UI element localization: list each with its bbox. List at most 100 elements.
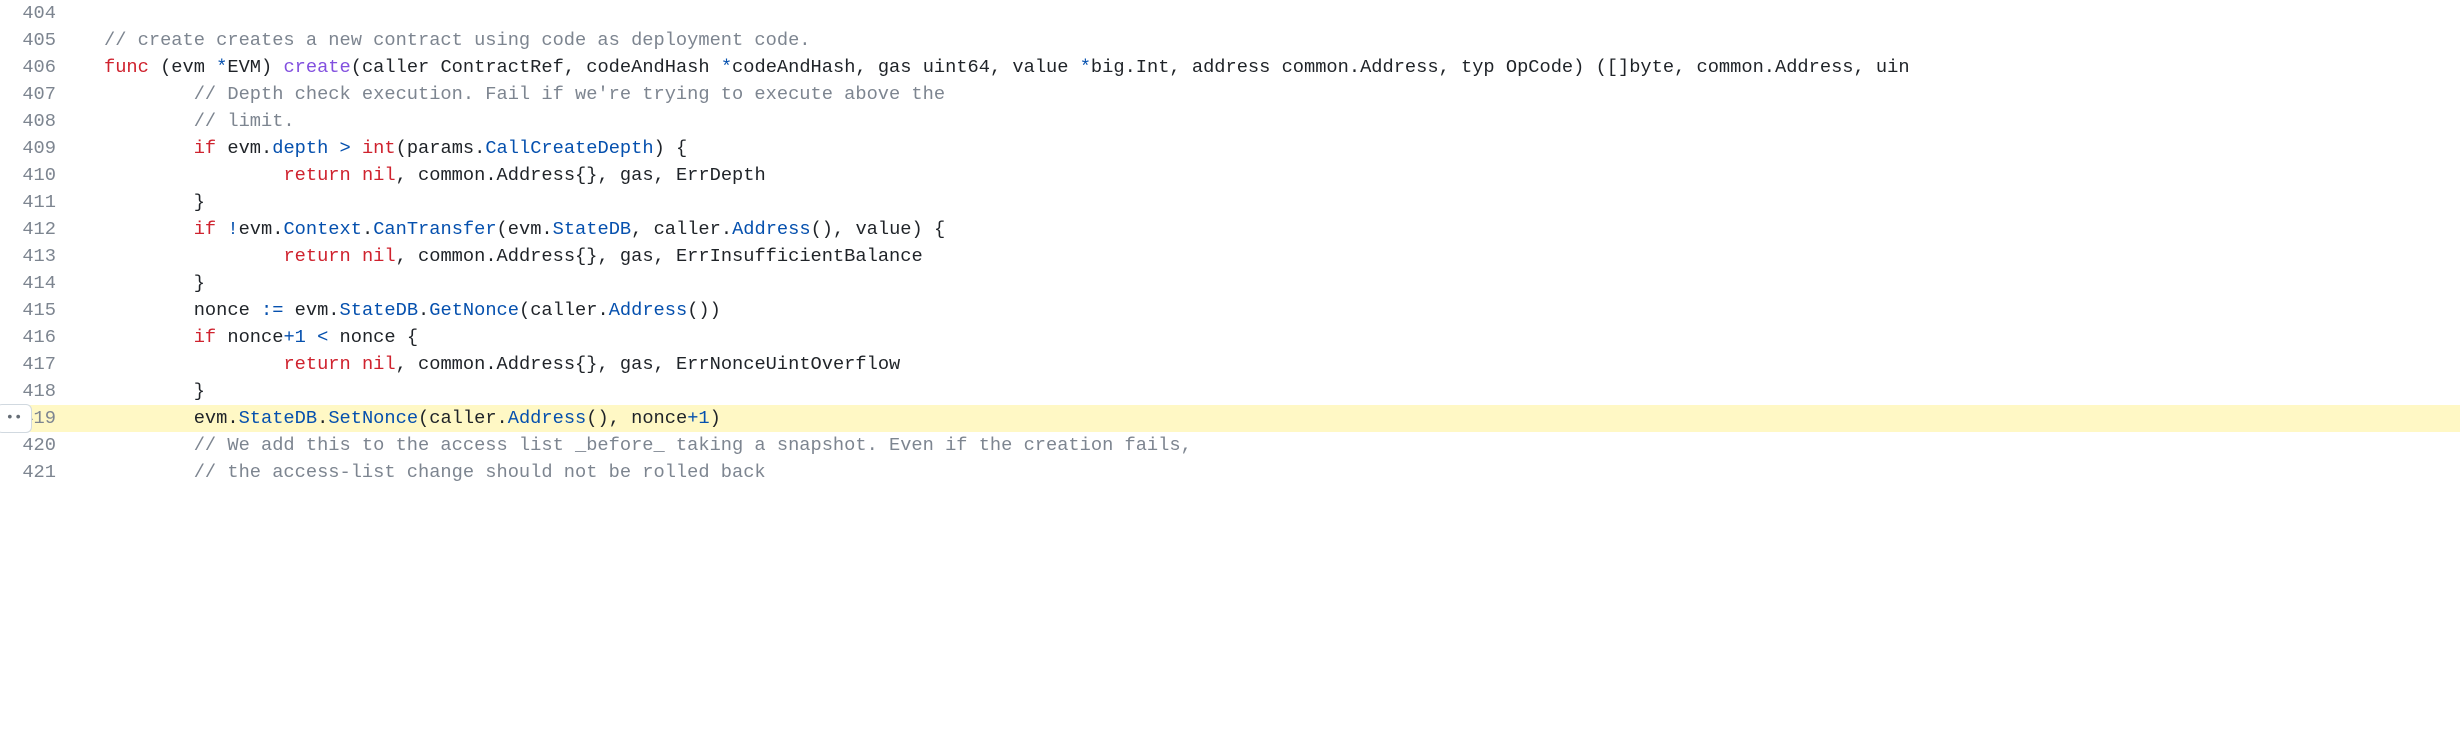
line-number[interactable]: 404 (0, 0, 72, 27)
token-ident: (caller ContractRef, codeAndHash (351, 56, 721, 78)
code-line-content[interactable]: // Depth check execution. Fail if we're … (94, 81, 2460, 108)
gutter (72, 108, 94, 135)
token-ident: nonce (216, 326, 283, 348)
token-ident: , common.Address{}, gas, ErrNonceUintOve… (396, 353, 901, 375)
token-operator: * (1080, 56, 1091, 78)
token-ident: ) { (654, 137, 688, 159)
line-number[interactable]: 405 (0, 27, 72, 54)
token-ident (104, 245, 283, 267)
code-line-content[interactable]: func (evm *EVM) create(caller ContractRe… (94, 54, 2460, 81)
token-ident (104, 218, 194, 240)
gutter (72, 459, 94, 486)
token-operator: < (317, 326, 328, 348)
code-line: 414 } (0, 270, 2460, 297)
token-ident: } (104, 191, 205, 213)
token-keyword: if (194, 137, 216, 159)
code-line-content[interactable] (94, 0, 2460, 27)
code-line-content[interactable]: // create creates a new contract using c… (94, 27, 2460, 54)
code-line-content[interactable]: return nil, common.Address{}, gas, ErrDe… (94, 162, 2460, 189)
code-line: 416 if nonce+1 < nonce { (0, 324, 2460, 351)
token-operator: := (261, 299, 283, 321)
line-number[interactable]: 406 (0, 54, 72, 81)
line-number[interactable]: 407 (0, 81, 72, 108)
line-number[interactable]: 413 (0, 243, 72, 270)
line-number[interactable]: 410 (0, 162, 72, 189)
token-type-name: StateDB (340, 299, 419, 321)
token-ident (104, 110, 194, 132)
token-ident: (params. (396, 137, 486, 159)
line-number[interactable]: 412 (0, 216, 72, 243)
token-ident: } (104, 272, 205, 294)
code-line: 405 // create creates a new contract usin… (0, 27, 2460, 54)
code-viewer: 404405 // create creates a new contract u… (0, 0, 2460, 486)
code-line-content[interactable]: if !evm.Context.CanTransfer(evm.StateDB,… (94, 216, 2460, 243)
gutter (72, 243, 94, 270)
gutter (72, 432, 94, 459)
token-ident (104, 137, 194, 159)
line-number[interactable]: 421 (0, 459, 72, 486)
token-ident: evm. (104, 407, 239, 429)
line-number[interactable]: 409 (0, 135, 72, 162)
code-line-content[interactable]: // limit. (94, 108, 2460, 135)
code-line-content[interactable]: // We add this to the access list _befor… (94, 432, 2460, 459)
code-line-content[interactable]: if nonce+1 < nonce { (94, 324, 2460, 351)
code-line: 411 } (0, 189, 2460, 216)
token-ident: (caller. (418, 407, 508, 429)
gutter (72, 351, 94, 378)
line-number[interactable]: 414 (0, 270, 72, 297)
code-line-content[interactable]: evm.StateDB.SetNonce(caller.Address(), n… (94, 405, 2460, 432)
code-line-content[interactable]: return nil, common.Address{}, gas, ErrNo… (94, 351, 2460, 378)
gutter (72, 27, 94, 54)
token-type-name: Address (732, 218, 811, 240)
line-number[interactable]: 418 (0, 378, 72, 405)
code-line: 418 } (0, 378, 2460, 405)
code-line-content[interactable]: nonce := evm.StateDB.GetNonce(caller.Add… (94, 297, 2460, 324)
code-line: 419•• evm.StateDB.SetNonce(caller.Addres… (0, 405, 2460, 432)
line-number[interactable]: 420 (0, 432, 72, 459)
code-line: 404 (0, 0, 2460, 27)
more-actions-icon[interactable]: •• (0, 404, 32, 433)
code-line-content[interactable]: return nil, common.Address{}, gas, ErrIn… (94, 243, 2460, 270)
code-line-content[interactable]: } (94, 270, 2460, 297)
token-operator: + (687, 407, 698, 429)
code-line: 408 // limit. (0, 108, 2460, 135)
token-ident: } (104, 380, 205, 402)
gutter (72, 162, 94, 189)
token-ident (351, 137, 362, 159)
code-line: 417 return nil, common.Address{}, gas, E… (0, 351, 2460, 378)
code-line: 409 if evm.depth > int(params.CallCreate… (0, 135, 2460, 162)
code-line-content[interactable]: // the access-list change should not be … (94, 459, 2460, 486)
token-ident (104, 326, 194, 348)
code-line: 415 nonce := evm.StateDB.GetNonce(caller… (0, 297, 2460, 324)
token-ident (104, 353, 283, 375)
code-line-content[interactable]: } (94, 378, 2460, 405)
token-ident: (caller. (519, 299, 609, 321)
token-ident: . (317, 407, 328, 429)
token-comment: // create creates a new contract using c… (104, 29, 811, 51)
line-number[interactable]: 408 (0, 108, 72, 135)
token-ident: (), nonce (586, 407, 687, 429)
line-number[interactable]: 416 (0, 324, 72, 351)
line-number[interactable]: 417 (0, 351, 72, 378)
token-func-name: create (283, 56, 350, 78)
code-line: 420 // We add this to the access list _b… (0, 432, 2460, 459)
gutter (72, 189, 94, 216)
line-number[interactable]: 415 (0, 297, 72, 324)
token-type-name: StateDB (239, 407, 318, 429)
gutter (72, 135, 94, 162)
line-number[interactable]: 419•• (0, 405, 72, 432)
token-ident: evm. (216, 137, 272, 159)
gutter (72, 54, 94, 81)
token-operator: ! (227, 218, 238, 240)
token-type-name: Address (609, 299, 688, 321)
token-type-name: GetNonce (429, 299, 519, 321)
line-number[interactable]: 411 (0, 189, 72, 216)
code-line: 407 // Depth check execution. Fail if we… (0, 81, 2460, 108)
code-line-content[interactable]: } (94, 189, 2460, 216)
token-ident (306, 326, 317, 348)
token-ident (104, 83, 194, 105)
code-line-content[interactable]: if evm.depth > int(params.CallCreateDept… (94, 135, 2460, 162)
token-keyword: return (283, 245, 350, 267)
token-ident: . (418, 299, 429, 321)
code-line: 413 return nil, common.Address{}, gas, E… (0, 243, 2460, 270)
